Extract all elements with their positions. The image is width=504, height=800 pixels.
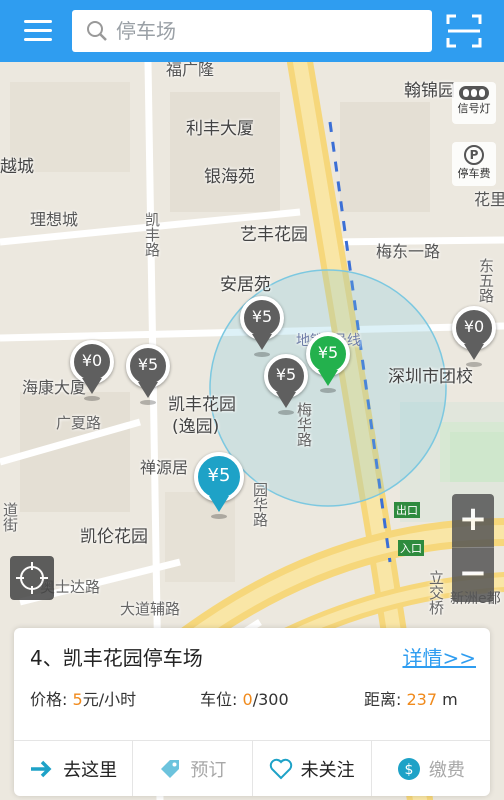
exit-sign: 出口	[394, 502, 420, 518]
pin-tip	[138, 382, 158, 398]
pin-tip	[318, 370, 338, 386]
menu-icon	[24, 20, 52, 23]
distance-unit: m	[442, 690, 458, 709]
map-label: 银海苑	[204, 167, 255, 187]
distance-value: 237	[406, 690, 438, 709]
pin-tip	[82, 378, 102, 394]
map-label: (逸园)	[172, 417, 220, 437]
traffic-light-label: 信号灯	[457, 102, 491, 115]
parking-title: 4、凯丰花园停车场	[30, 646, 203, 670]
menu-icon-bar	[24, 29, 52, 32]
pay-button[interactable]: $ 缴费	[372, 741, 490, 796]
map-label: 理想城	[30, 210, 79, 229]
map-label: 艺丰花园	[240, 225, 308, 245]
pin-shadow	[140, 400, 156, 405]
pin-price: ¥5	[207, 465, 231, 486]
parking-info-card: 4、凯丰花园停车场 详情>> 价格: 5元/小时 车位: 0/300 距离: 2…	[14, 628, 490, 796]
map-label: 广夏路	[56, 414, 102, 432]
top-bar	[0, 0, 504, 62]
pin-shadow	[466, 362, 482, 367]
parking-pin[interactable]: ¥5	[238, 296, 286, 358]
locate-button[interactable]	[10, 556, 54, 600]
traffic-light-button[interactable]: 信号灯	[452, 82, 496, 124]
pin-price: ¥5	[251, 307, 273, 326]
parking-fee-label: 停车费	[457, 167, 491, 180]
map-label: 东五路	[477, 258, 495, 303]
svg-text:$: $	[404, 762, 413, 778]
reserve-label: 预订	[190, 759, 227, 781]
search-input[interactable]	[116, 16, 416, 46]
tag-icon	[161, 759, 180, 778]
pin-price: ¥0	[463, 317, 485, 336]
parking-pin-selected[interactable]: ¥5	[304, 332, 352, 394]
distance-label: 距离:	[364, 690, 402, 709]
pin-price: ¥5	[317, 343, 339, 362]
pin-price: ¥5	[275, 365, 297, 384]
distance-info: 距离: 237 m	[364, 686, 458, 710]
pin-tip	[209, 496, 229, 512]
locate-icon	[16, 562, 48, 594]
action-bar: 去这里 预订 未关注 $ 缴费	[14, 740, 490, 796]
zoom-control: + −	[452, 494, 494, 602]
pin-shadow	[278, 410, 294, 415]
map-label: 立交桥	[427, 570, 445, 615]
map-label: 安居苑	[220, 275, 271, 295]
map-label: 利丰大厦	[186, 119, 254, 139]
parking-pin-current[interactable]: ¥5	[192, 452, 246, 522]
pin-shadow	[320, 388, 336, 393]
navigate-button[interactable]: 去这里	[14, 741, 134, 796]
map-label: 大道辅路	[120, 600, 181, 618]
price-label: 价格:	[30, 690, 68, 709]
zoom-out-button[interactable]: −	[452, 548, 494, 602]
pin-tip	[252, 334, 272, 350]
parking-pin[interactable]: ¥5	[262, 354, 310, 416]
follow-button[interactable]: 未关注	[253, 741, 372, 796]
spaces-available: 0	[242, 690, 253, 709]
map-label: 道街	[1, 502, 19, 532]
price-value: 5	[72, 690, 83, 709]
reserve-button[interactable]: 预订	[133, 741, 253, 796]
map-label: 禅源居	[140, 458, 189, 477]
search-box[interactable]	[72, 10, 432, 52]
zoom-in-button[interactable]: +	[452, 494, 494, 548]
parking-pin[interactable]: ¥0	[450, 306, 498, 368]
pin-price: ¥5	[137, 355, 159, 374]
price-unit: 元/小时	[82, 690, 137, 709]
map-label: 凯丰路	[143, 212, 161, 257]
map-label: 梅东一路	[376, 242, 441, 261]
pin-shadow	[84, 396, 100, 401]
dollar-icon: $	[397, 757, 420, 780]
scan-button[interactable]	[446, 14, 482, 48]
pin-tip	[276, 392, 296, 408]
spaces-info: 车位: 0/300	[200, 686, 289, 710]
map-label: 凯伦花园	[80, 527, 148, 547]
map-label: 越城	[0, 157, 34, 177]
parking-pin[interactable]: ¥0	[68, 340, 116, 402]
navigate-label: 去这里	[63, 759, 118, 781]
follow-label: 未关注	[300, 759, 355, 781]
arrow-right-icon	[31, 760, 52, 777]
map-label: 福广隆	[166, 62, 215, 79]
map-label: 花里	[474, 190, 504, 209]
price-info: 价格: 5元/小时	[30, 686, 136, 710]
search-icon	[87, 21, 107, 41]
scan-icon	[446, 14, 482, 48]
parking-icon: P	[464, 145, 484, 165]
detail-link[interactable]: 详情>>	[402, 642, 476, 671]
menu-button[interactable]	[18, 14, 58, 48]
pay-label: 缴费	[428, 759, 465, 781]
pin-shadow	[211, 514, 227, 519]
traffic-light-icon	[459, 86, 489, 100]
spaces-total: /300	[252, 690, 289, 709]
parking-fee-button[interactable]: P 停车费	[452, 142, 496, 186]
map-label: 翰锦园	[404, 81, 455, 101]
map-label: 园华路	[251, 482, 269, 527]
parking-pin[interactable]: ¥5	[124, 344, 172, 406]
pin-price: ¥0	[81, 351, 103, 370]
pin-tip	[464, 344, 484, 360]
heart-icon	[269, 758, 292, 779]
entrance-sign: 入口	[398, 540, 424, 556]
spaces-label: 车位:	[200, 690, 238, 709]
menu-icon-bar	[24, 38, 52, 41]
